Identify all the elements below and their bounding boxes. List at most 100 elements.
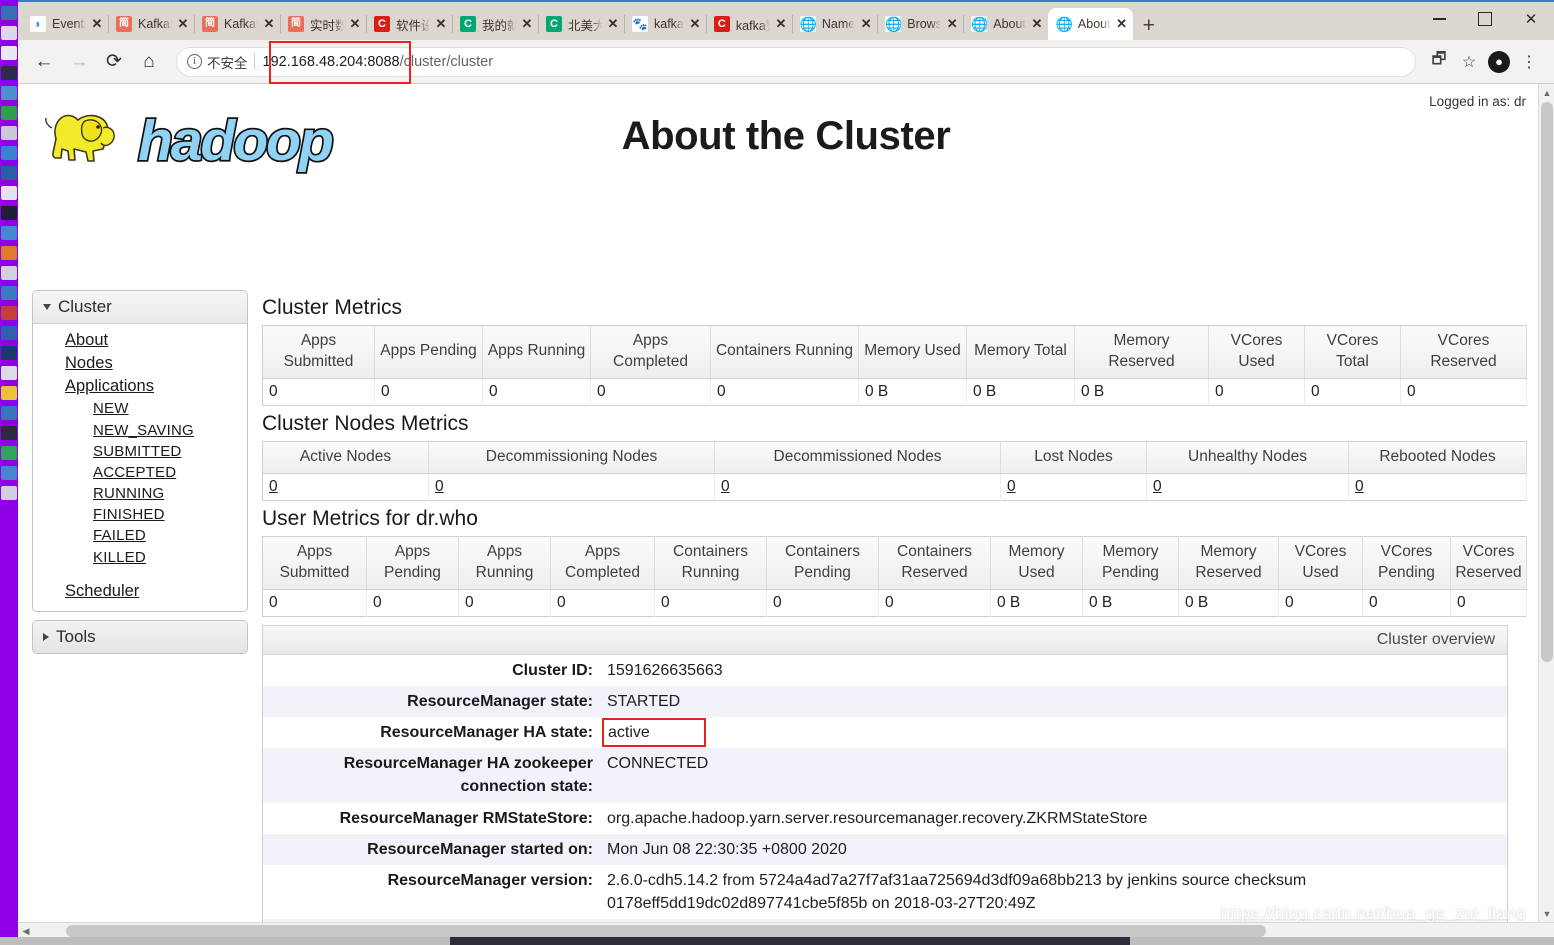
sidebar-section-label: Tools xyxy=(56,626,96,646)
label-rm-started-on: ResourceManager started on: xyxy=(263,833,601,865)
bookmark-star-icon[interactable]: ☆ xyxy=(1454,47,1484,77)
tab-close-icon[interactable]: ✕ xyxy=(1115,16,1129,32)
table-row: ResourceManager RMStateStore: org.apache… xyxy=(263,802,1507,834)
vertical-scroll-thumb[interactable] xyxy=(1541,102,1553,662)
browser-tab[interactable]: 🌐 Name ✕ xyxy=(791,8,877,40)
sidebar-section-cluster[interactable]: Cluster xyxy=(33,291,247,324)
forward-button[interactable]: → xyxy=(63,46,95,78)
sidebar-item-accepted[interactable]: ACCEPTED xyxy=(33,462,247,483)
vertical-scrollbar[interactable]: ▲ ▼ xyxy=(1538,84,1554,922)
new-tab-button[interactable]: + xyxy=(1143,15,1155,36)
cluster-nodes-metrics-title: Cluster Nodes Metrics xyxy=(262,411,469,435)
browser-tab[interactable]: C kafka整 ✕ xyxy=(705,8,792,40)
tab-close-icon[interactable]: ✕ xyxy=(859,16,873,32)
info-icon: i xyxy=(187,54,202,69)
cell-unhealthy-nodes[interactable]: 0 xyxy=(1153,478,1162,495)
tab-close-icon[interactable]: ✕ xyxy=(520,16,534,32)
tab-close-icon[interactable]: ✕ xyxy=(774,16,788,32)
sidebar-item-nodes[interactable]: Nodes xyxy=(33,352,247,375)
cluster-overview-panel: Cluster overview Cluster ID: 15916266356… xyxy=(262,624,1508,938)
browser-tab[interactable]: C 北美大 ✕ xyxy=(538,8,624,40)
cell-decommissioned-nodes[interactable]: 0 xyxy=(721,478,730,495)
close-window-button[interactable]: ✕ xyxy=(1508,2,1554,36)
scroll-left-arrow-icon[interactable]: ◀ xyxy=(18,923,34,938)
tab-close-icon[interactable]: ✕ xyxy=(262,16,276,32)
jianshu-icon: 简 xyxy=(116,16,132,32)
cell-active-nodes[interactable]: 0 xyxy=(269,478,278,495)
browser-tab[interactable]: 🐾 kafka ✕ xyxy=(624,8,706,40)
sidebar-item-running[interactable]: RUNNING xyxy=(33,483,247,504)
address-bar[interactable]: i 不安全 192.168.48.204:8088/cluster/cluste… xyxy=(176,40,1416,84)
browser-tab-active[interactable]: 🌐 About ✕ xyxy=(1047,8,1133,40)
tab-title: Kafka5 xyxy=(224,17,258,31)
horizontal-scroll-thumb[interactable] xyxy=(66,925,1266,937)
scroll-down-arrow-icon[interactable]: ▼ xyxy=(1539,905,1554,922)
maximize-button[interactable] xyxy=(1462,2,1508,36)
tab-close-icon[interactable]: ✕ xyxy=(606,16,620,32)
cell-lost-nodes[interactable]: 0 xyxy=(1007,478,1016,495)
tab-close-icon[interactable]: ✕ xyxy=(945,16,959,32)
tab-close-icon[interactable]: ✕ xyxy=(434,16,448,32)
cell-user-memory-used: 0 B xyxy=(990,589,1083,617)
value-rm-ha-zk-state: CONNECTED xyxy=(601,748,1507,803)
cell-apps-running: 0 xyxy=(482,378,591,406)
tab-close-icon[interactable]: ✕ xyxy=(90,16,104,32)
browser-tab[interactable]: C 软件设 ✕ xyxy=(366,8,452,40)
sidebar-item-new[interactable]: NEW xyxy=(33,398,247,419)
browser-tab[interactable]: 🌐 About ✕ xyxy=(963,8,1048,40)
desktop-icon xyxy=(1,246,17,260)
profile-avatar[interactable]: ● xyxy=(1484,47,1514,77)
col-memory-used: Memory Used xyxy=(858,325,967,379)
sidebar-item-new-saving[interactable]: NEW_SAVING xyxy=(33,420,247,441)
url-host: 192.168.48.204:8088 xyxy=(262,53,400,70)
col-user-containers-reserved: Containers Reserved xyxy=(878,536,991,590)
desktop-icon xyxy=(1,66,17,80)
cell-user-apps-pending: 0 xyxy=(366,589,459,617)
chevron-right-icon xyxy=(43,632,49,641)
browser-tab[interactable]: 🌐 Brows ✕ xyxy=(877,8,963,40)
desktop-icon xyxy=(1,466,17,480)
cell-rebooted-nodes[interactable]: 0 xyxy=(1355,478,1364,495)
tab-close-icon[interactable]: ✕ xyxy=(1030,16,1044,32)
browser-tab[interactable]: ◗ Events ✕ xyxy=(22,8,108,40)
sidebar-section-tools[interactable]: Tools xyxy=(33,620,247,653)
back-button[interactable]: ← xyxy=(28,46,60,78)
translate-icon[interactable]: 🗗 xyxy=(1424,47,1454,77)
tab-title: kafka xyxy=(654,17,684,31)
sidebar-item-submitted[interactable]: SUBMITTED xyxy=(33,441,247,462)
horizontal-scrollbar[interactable]: ◀ xyxy=(18,922,1554,938)
browser-tab[interactable]: 简 Kafka5 ✕ xyxy=(194,8,280,40)
col-user-vcores-reserved: VCores Reserved xyxy=(1450,536,1527,590)
tab-close-icon[interactable]: ✕ xyxy=(348,16,362,32)
browser-tab[interactable]: 简 实时数 ✕ xyxy=(280,8,366,40)
tab-close-icon[interactable]: ✕ xyxy=(688,16,702,32)
col-user-memory-used: Memory Used xyxy=(990,536,1083,590)
tab-close-icon[interactable]: ✕ xyxy=(176,16,190,32)
browser-window: ◗ Events ✕ 简 Kafka5 ✕ 简 Kafka5 ✕ 简 实时数 ✕… xyxy=(18,0,1554,938)
value-rm-started-on: Mon Jun 08 22:30:35 +0800 2020 xyxy=(601,833,1507,865)
label-rm-version: ResourceManager version: xyxy=(263,864,601,920)
reload-button[interactable]: ⟳ xyxy=(98,46,130,78)
minimize-button[interactable] xyxy=(1416,2,1462,36)
browser-menu-icon[interactable]: ⋮ xyxy=(1514,47,1544,77)
sidebar-item-finished[interactable]: FINISHED xyxy=(33,504,247,525)
cell-decommissioning-nodes[interactable]: 0 xyxy=(435,478,444,495)
sidebar-item-about[interactable]: About xyxy=(33,329,247,352)
divider xyxy=(253,53,255,70)
sidebar-item-failed[interactable]: FAILED xyxy=(33,525,247,546)
scroll-up-arrow-icon[interactable]: ▲ xyxy=(1539,84,1554,101)
sidebar-item-applications[interactable]: Applications xyxy=(33,375,247,398)
desktop-icon xyxy=(1,326,17,340)
sidebar-item-scheduler[interactable]: Scheduler xyxy=(33,580,247,603)
desktop-icon xyxy=(1,86,17,100)
cluster-metrics-title: Cluster Metrics xyxy=(262,296,403,319)
browser-tab[interactable]: C 我的就 ✕ xyxy=(452,8,538,40)
cell-containers-running: 0 xyxy=(710,378,859,406)
security-chip[interactable]: i 不安全 xyxy=(187,52,254,72)
sidebar-item-killed[interactable]: KILLED xyxy=(33,547,247,568)
browser-tab[interactable]: 简 Kafka5 ✕ xyxy=(108,8,194,40)
home-button[interactable]: ⌂ xyxy=(133,46,165,78)
tab-title: Brows xyxy=(907,17,942,31)
desktop-icon xyxy=(1,306,17,320)
cell-user-vcores-used: 0 xyxy=(1278,589,1363,617)
